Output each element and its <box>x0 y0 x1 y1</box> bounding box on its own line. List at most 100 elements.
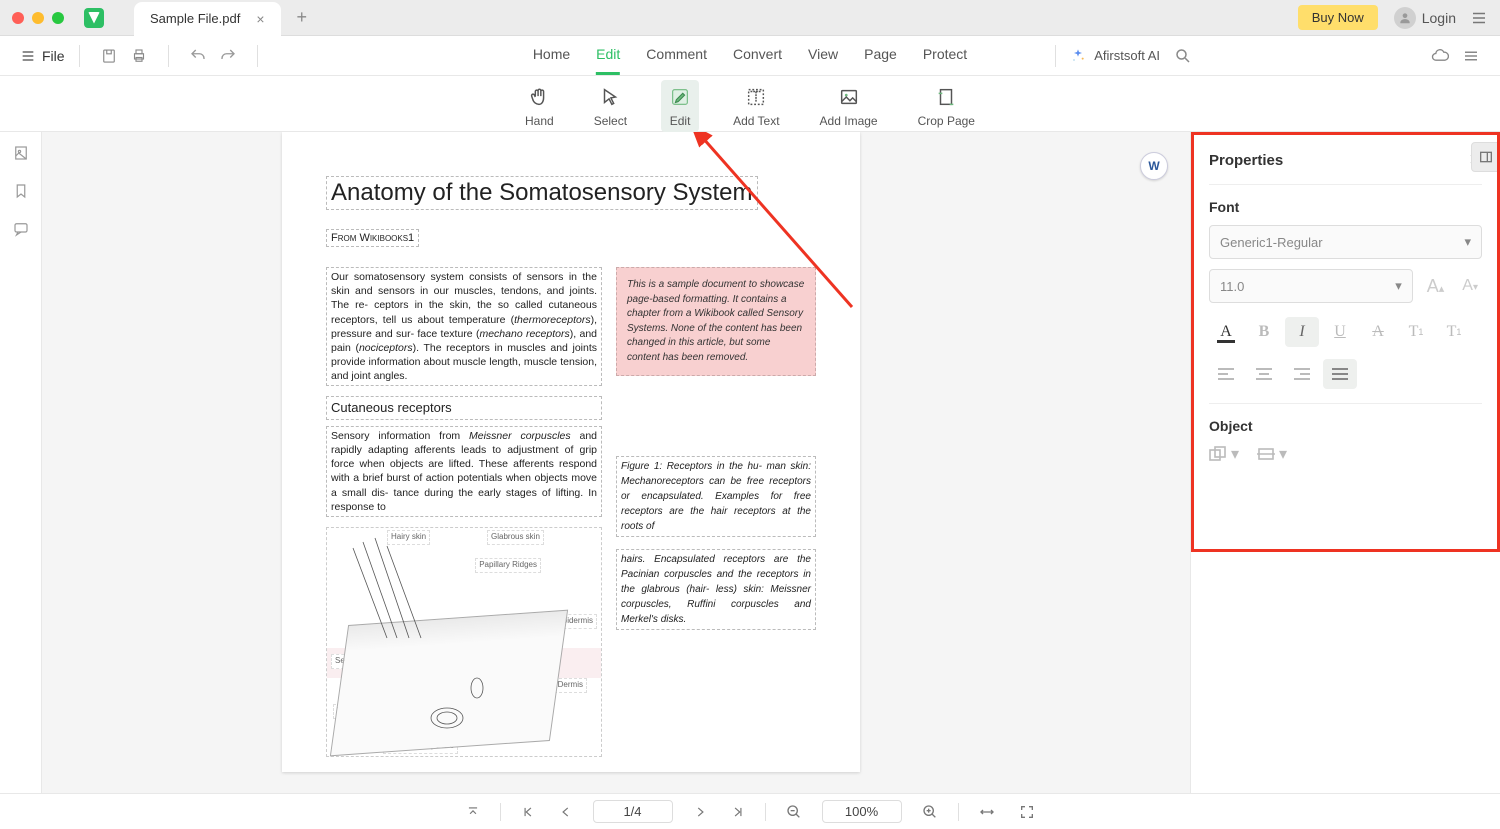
app-logo-icon <box>84 8 104 28</box>
main-menu-icon[interactable] <box>1470 9 1488 27</box>
zoom-input[interactable] <box>822 800 902 823</box>
decrease-font-icon[interactable]: A▾ <box>1458 273 1482 299</box>
figure-caption-2[interactable]: hairs. Encapsulated receptors are the Pa… <box>616 549 816 630</box>
fit-page-icon[interactable] <box>1015 800 1039 824</box>
properties-panel: Properties ✕ Font Generic1-Regular ▾ 11.… <box>1190 132 1500 793</box>
new-tab-button[interactable]: + <box>297 7 308 28</box>
text-style-row: A B I U A T1 T1 <box>1209 317 1482 347</box>
tool-hand[interactable]: Hand <box>519 80 560 132</box>
tool-add-image[interactable]: Add Image <box>814 80 884 132</box>
login-button[interactable]: Login <box>1394 7 1456 29</box>
tool-hand-label: Hand <box>525 114 554 128</box>
ai-assistant-button[interactable]: Afirstsoft AI <box>1070 48 1160 64</box>
print-icon[interactable] <box>130 47 148 65</box>
avatar-icon <box>1394 7 1416 29</box>
ai-sparkle-icon <box>1070 48 1086 64</box>
scroll-top-icon[interactable] <box>462 801 484 823</box>
heading-cutaneous[interactable]: Cutaneous receptors <box>326 396 602 420</box>
tool-add-text[interactable]: Add Text <box>727 80 785 132</box>
window-titlebar: Sample File.pdf × + Buy Now Login <box>0 0 1500 36</box>
tab-page[interactable]: Page <box>864 36 897 75</box>
file-label: File <box>42 48 65 64</box>
close-tab-icon[interactable]: × <box>256 11 264 27</box>
align-right-button[interactable] <box>1285 359 1319 389</box>
fit-width-icon[interactable] <box>975 800 999 824</box>
redo-icon[interactable] <box>219 47 237 65</box>
tool-edit[interactable]: Edit <box>661 80 699 132</box>
collapse-panel-icon[interactable] <box>1471 142 1500 172</box>
align-left-button[interactable] <box>1209 359 1243 389</box>
first-page-icon[interactable] <box>517 801 539 823</box>
edit-toolbar: Hand Select Edit Add Text Add Image Crop… <box>0 76 1500 132</box>
window-controls <box>12 12 64 24</box>
tool-crop-label: Crop Page <box>918 114 975 128</box>
underline-button[interactable]: U <box>1323 317 1357 347</box>
menubar: File Home Edit Comment Convert View Page… <box>0 36 1500 76</box>
figure-skin-diagram[interactable]: Hairy skin Glabrous skin Papillary Ridge… <box>326 527 602 757</box>
convert-to-word-icon[interactable]: W <box>1140 152 1168 180</box>
minimize-window-button[interactable] <box>32 12 44 24</box>
add-text-icon <box>743 84 769 110</box>
tab-view[interactable]: View <box>808 36 838 75</box>
font-family-select[interactable]: Generic1-Regular ▾ <box>1209 225 1482 259</box>
subscript-button[interactable]: T1 <box>1437 317 1471 347</box>
crop-icon <box>933 84 959 110</box>
chevron-down-icon: ▾ <box>1279 444 1287 464</box>
maximize-window-button[interactable] <box>52 12 64 24</box>
cursor-icon <box>597 84 623 110</box>
zoom-in-icon[interactable] <box>918 800 942 824</box>
page-number-input[interactable] <box>593 800 673 823</box>
font-section-label: Font <box>1209 199 1482 215</box>
next-page-icon[interactable] <box>689 801 711 823</box>
object-arrange-button[interactable]: ▾ <box>1209 444 1239 464</box>
object-align-button[interactable]: ▾ <box>1257 444 1287 464</box>
sample-note-box[interactable]: This is a sample document to showcase pa… <box>616 267 816 376</box>
italic-button[interactable]: I <box>1285 317 1319 347</box>
left-sidebar <box>0 132 42 793</box>
tab-comment[interactable]: Comment <box>646 36 707 75</box>
last-page-icon[interactable] <box>727 801 749 823</box>
font-size-value: 11.0 <box>1220 279 1244 294</box>
superscript-button[interactable]: T1 <box>1399 317 1433 347</box>
figure-caption-1[interactable]: Figure 1: Receptors in the hu- man skin:… <box>616 456 816 537</box>
tab-home[interactable]: Home <box>533 36 570 75</box>
undo-icon[interactable] <box>189 47 207 65</box>
comments-icon[interactable] <box>12 220 30 238</box>
font-size-select[interactable]: 11.0 ▾ <box>1209 269 1413 303</box>
document-canvas[interactable]: W Anatomy of the Somatosensory System Fr… <box>42 132 1190 793</box>
tab-convert[interactable]: Convert <box>733 36 782 75</box>
tool-add-image-label: Add Image <box>820 114 878 128</box>
tool-crop-page[interactable]: Crop Page <box>912 80 981 132</box>
font-color-button[interactable]: A <box>1209 317 1243 347</box>
strikethrough-button[interactable]: A <box>1361 317 1395 347</box>
document-title[interactable]: Anatomy of the Somatosensory System <box>326 176 758 210</box>
document-tab[interactable]: Sample File.pdf × <box>134 2 281 36</box>
status-bar <box>0 793 1500 829</box>
search-icon[interactable] <box>1174 47 1192 65</box>
align-justify-button[interactable] <box>1323 359 1357 389</box>
login-label: Login <box>1422 10 1456 26</box>
prev-page-icon[interactable] <box>555 801 577 823</box>
bookmark-icon[interactable] <box>12 182 30 200</box>
tool-edit-label: Edit <box>670 114 691 128</box>
panel-toggle-icon[interactable] <box>1462 47 1480 65</box>
workspace: W Anatomy of the Somatosensory System Fr… <box>0 132 1500 793</box>
save-icon[interactable] <box>100 47 118 65</box>
cloud-icon[interactable] <box>1430 46 1450 66</box>
buy-now-button[interactable]: Buy Now <box>1298 5 1378 30</box>
increase-font-icon[interactable]: A▴ <box>1423 272 1449 301</box>
paragraph-1[interactable]: Our somatosensory system consists of sen… <box>326 267 602 386</box>
thumbnails-icon[interactable] <box>12 144 30 162</box>
ai-label: Afirstsoft AI <box>1094 48 1160 63</box>
tab-protect[interactable]: Protect <box>923 36 967 75</box>
tool-add-text-label: Add Text <box>733 114 779 128</box>
bold-button[interactable]: B <box>1247 317 1281 347</box>
zoom-out-icon[interactable] <box>782 800 806 824</box>
close-window-button[interactable] <box>12 12 24 24</box>
align-center-button[interactable] <box>1247 359 1281 389</box>
document-subtitle[interactable]: From Wikibooks1 <box>326 229 419 247</box>
file-menu-button[interactable]: File <box>20 48 65 64</box>
tab-edit[interactable]: Edit <box>596 36 620 75</box>
paragraph-2[interactable]: Sensory information from Meissner corpus… <box>326 426 602 517</box>
tool-select[interactable]: Select <box>588 80 633 132</box>
